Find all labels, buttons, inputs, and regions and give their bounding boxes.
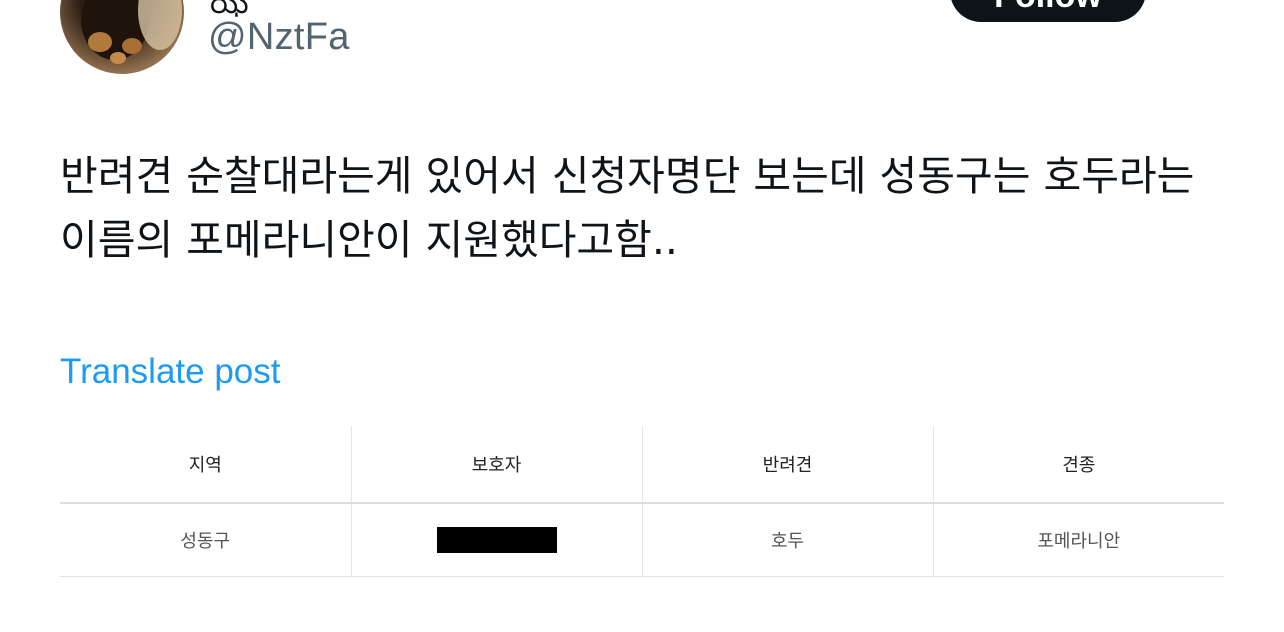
- cell-guardian: [350, 503, 642, 577]
- header-dog: 반려견: [641, 426, 933, 504]
- table-header-row: 지역 보호자 반려견 견종: [60, 426, 1224, 504]
- attached-image[interactable]: 지역 보호자 반려견 견종 성동구 호두 포메라니안: [60, 426, 1224, 577]
- avatar[interactable]: [60, 0, 184, 74]
- author-handle[interactable]: @NztFa: [208, 16, 350, 59]
- header-guardian: 보호자: [350, 426, 642, 504]
- header-region: 지역: [60, 426, 351, 504]
- cell-region: 성동구: [60, 503, 351, 577]
- cell-breed: 포메라니안: [932, 503, 1224, 577]
- redaction-bar: [436, 527, 557, 553]
- header-breed: 견종: [932, 426, 1224, 504]
- translate-post-link[interactable]: Translate post: [60, 352, 280, 392]
- cell-dog: 호두: [641, 503, 933, 577]
- user-avatar-icon: [81, 0, 182, 64]
- tweet-text: 반려견 순찰대라는게 있어서 신청자명단 보는데 성동구는 호두라는 이름의 포…: [60, 152, 1195, 264]
- follow-button[interactable]: Follow: [950, 0, 1146, 22]
- table-row: 성동구 호두 포메라니안: [60, 503, 1224, 577]
- applicant-table: 지역 보호자 반려견 견종 성동구 호두 포메라니안: [60, 426, 1224, 577]
